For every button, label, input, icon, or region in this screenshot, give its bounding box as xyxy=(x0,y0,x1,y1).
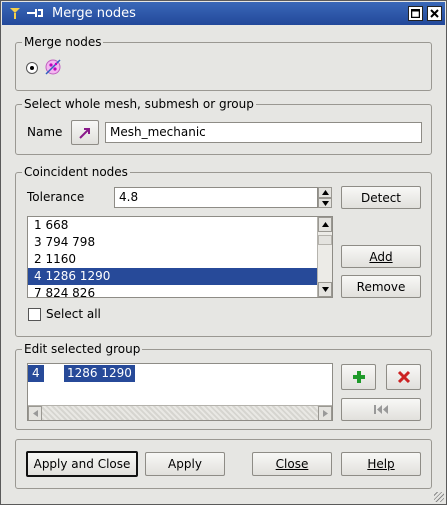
remove-button[interactable]: Remove xyxy=(341,275,421,298)
close-button-label: Close xyxy=(275,457,309,471)
close-window-button[interactable] xyxy=(427,6,442,21)
list-item[interactable]: 1 668 xyxy=(28,217,332,234)
window-title: Merge nodes xyxy=(52,6,136,21)
help-button-label: Help xyxy=(367,457,395,471)
title-bar[interactable]: Merge nodes xyxy=(2,2,445,25)
add-to-group-button[interactable] xyxy=(341,364,376,390)
first-icon xyxy=(374,405,388,414)
edit-group-legend: Edit selected group xyxy=(24,342,141,356)
tolerance-decrement[interactable] xyxy=(318,198,332,208)
list-item[interactable]: 2 1160 xyxy=(28,251,332,268)
list-rows: 1 668 3 794 798 2 1160 4 1286 1290 7 824 826 xyxy=(28,217,332,297)
select-all-label[interactable]: Select all xyxy=(46,307,101,321)
scroll-down-icon xyxy=(321,287,329,292)
list-item[interactable]: 3 794 798 xyxy=(28,234,332,251)
scroll-right-icon xyxy=(322,410,328,417)
scroll-left-icon xyxy=(32,410,38,417)
merge-nodes-radio[interactable] xyxy=(26,62,38,74)
remove-button-label: Remove xyxy=(356,279,406,294)
tolerance-increment[interactable] xyxy=(318,187,332,198)
apply-button[interactable]: Apply xyxy=(145,452,225,476)
merge-nodes-group: Merge nodes xyxy=(15,35,432,91)
scroll-up-button[interactable] xyxy=(318,217,332,232)
spin-down-icon xyxy=(321,200,329,206)
pin-icon[interactable] xyxy=(26,5,46,24)
detect-button[interactable]: Detect xyxy=(341,186,421,209)
add-button-label: Add xyxy=(369,249,393,264)
coincident-nodes-list[interactable]: 1 668 3 794 798 2 1160 4 1286 1290 7 824 826 xyxy=(27,216,333,298)
tolerance-label: Tolerance xyxy=(27,190,85,204)
select-mesh-legend: Select whole mesh, submesh or group xyxy=(24,97,254,111)
tolerance-input[interactable]: 4.8 xyxy=(114,187,318,208)
arrow-select-icon xyxy=(79,127,90,139)
list-item[interactable]: 7 824 826 xyxy=(28,285,332,297)
list-item[interactable]: 4 1286 1290 xyxy=(28,268,332,285)
scroll-thumb[interactable] xyxy=(318,235,332,245)
scroll-down-button[interactable] xyxy=(318,282,332,297)
select-object-button[interactable] xyxy=(71,120,99,145)
apply-and-close-button[interactable]: Apply and Close xyxy=(26,451,138,477)
name-label: Name xyxy=(27,125,63,139)
set-first-button[interactable] xyxy=(341,398,421,421)
maximize-button[interactable] xyxy=(408,6,423,21)
merge-nodes-icon xyxy=(42,56,64,81)
select-all-checkbox[interactable] xyxy=(28,308,41,321)
maximize-icon xyxy=(411,9,420,18)
add-button[interactable]: Add xyxy=(341,245,421,268)
help-button[interactable]: Help xyxy=(341,452,421,476)
group-hscrollbar[interactable] xyxy=(28,405,332,420)
delete-icon xyxy=(397,370,410,384)
close-button[interactable]: Close xyxy=(252,452,332,476)
resize-grip[interactable] xyxy=(434,492,444,502)
scroll-right-button[interactable] xyxy=(318,406,332,420)
group-row-id: 4 xyxy=(28,365,44,382)
coincident-nodes-legend: Coincident nodes xyxy=(24,165,128,179)
group-row-nodes: 1286 1290 xyxy=(64,365,135,382)
plus-icon xyxy=(352,371,365,383)
app-menu-icon[interactable] xyxy=(8,5,22,24)
scroll-up-icon xyxy=(321,222,329,227)
scroll-left-button[interactable] xyxy=(28,406,42,420)
merge-nodes-legend: Merge nodes xyxy=(24,35,102,49)
spin-up-icon xyxy=(321,190,329,195)
list-vscrollbar[interactable] xyxy=(317,217,332,297)
mesh-name-field[interactable]: Mesh_mechanic xyxy=(105,122,422,143)
close-icon xyxy=(430,9,439,18)
merge-nodes-dialog: Merge nodes Merge nodes Select whole mes… xyxy=(0,0,447,505)
edit-group-list[interactable]: 4 1286 1290 xyxy=(27,363,333,421)
remove-from-group-button[interactable] xyxy=(386,364,421,390)
